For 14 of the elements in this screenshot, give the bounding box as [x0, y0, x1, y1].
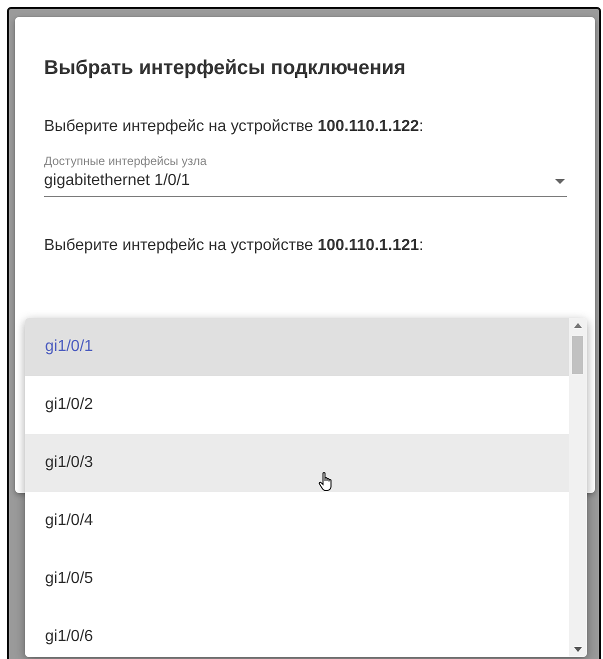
dialog-title: Выбрать интерфейсы подключения [44, 57, 407, 80]
dropdown-caret-icon [555, 179, 565, 184]
scrollbar-thumb[interactable] [572, 336, 583, 374]
field-value: gigabitethernet 1/0/1 [44, 172, 190, 190]
menu-item[interactable]: gi1/0/1 [25, 318, 569, 376]
scroll-up-icon[interactable] [574, 323, 582, 328]
device-prompt: Выберите интерфейс на устройстве 100.110.1.121: [44, 237, 424, 255]
interface-select[interactable]: Доступные интерфейсы узла gigabitethernet 1/0/1 [44, 154, 567, 197]
device-prompt: Выберите интерфейс на устройстве 100.110.1.122: [44, 118, 424, 136]
menu-item[interactable]: gi1/0/6 [25, 608, 569, 657]
menu-item[interactable]: gi1/0/3 [25, 434, 569, 492]
scroll-down-icon[interactable] [574, 647, 582, 652]
field-label: Доступные интерфейсы узла [44, 154, 208, 168]
scrollbar[interactable] [569, 318, 587, 657]
